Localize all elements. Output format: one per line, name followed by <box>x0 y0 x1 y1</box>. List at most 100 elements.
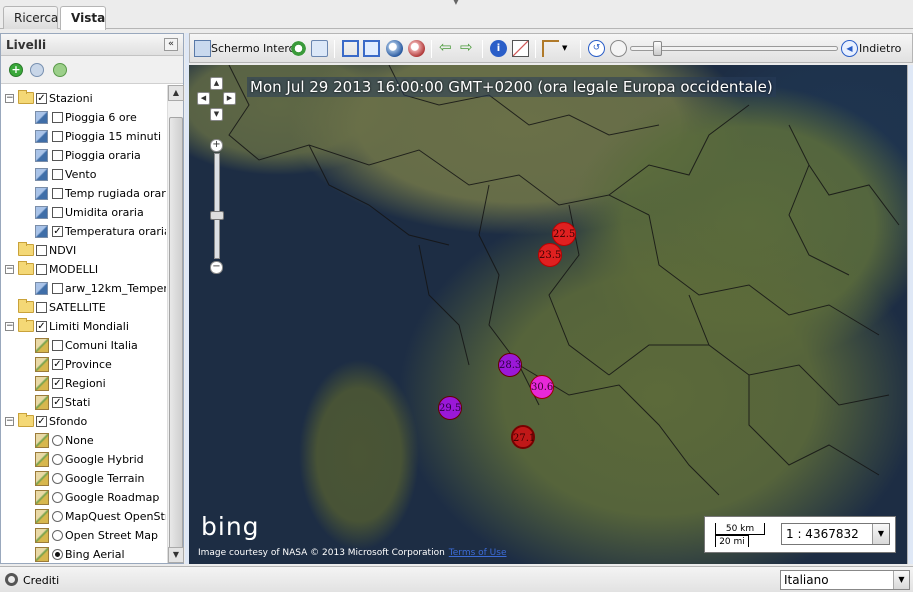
fullscreen-button-label[interactable]: Schermo Intero <box>211 42 295 55</box>
tree-layer-row[interactable]: ✓ Province <box>1 355 166 374</box>
clock-icon[interactable] <box>610 40 627 57</box>
baselayer-radio[interactable] <box>52 530 63 541</box>
zoom-out-icon[interactable] <box>408 40 425 57</box>
zoom-slider-thumb[interactable] <box>210 211 224 220</box>
chevron-down-icon[interactable]: ▼ <box>872 524 889 544</box>
pan-left-icon[interactable]: ◀ <box>197 92 210 105</box>
tree-baselayer-row[interactable]: None <box>1 431 166 450</box>
tree-layer-row[interactable]: Pioggia 6 ore <box>1 108 166 127</box>
layer-checkbox[interactable]: ✓ <box>36 416 47 427</box>
collapse-panel-button[interactable]: « <box>164 38 178 51</box>
tree-folder-row[interactable]: NDVI <box>1 241 166 260</box>
measure-dropdown-icon[interactable]: ▼ <box>562 40 570 57</box>
chart-icon[interactable] <box>512 40 529 57</box>
layer-checkbox[interactable] <box>36 264 47 275</box>
zoom-in-button[interactable]: + <box>210 139 223 152</box>
map-view[interactable]: Mon Jul 29 2013 16:00:00 GMT+0200 (ora l… <box>189 65 907 564</box>
station-marker[interactable]: 23.5 <box>538 243 562 267</box>
layer-checkbox[interactable]: ✓ <box>52 397 63 408</box>
settings-icon[interactable] <box>30 63 44 77</box>
collapse-node-icon[interactable]: − <box>5 322 14 331</box>
tree-baselayer-row[interactable]: Open Street Map <box>1 526 166 545</box>
zoom-box-in-icon[interactable] <box>342 40 359 57</box>
scroll-up-arrow-icon[interactable]: ▲ <box>168 85 184 101</box>
scale-select[interactable]: 1 : 4367832 ▼ <box>781 523 890 545</box>
tree-layer-row[interactable]: ✓ Regioni <box>1 374 166 393</box>
tree-layer-row[interactable]: arw_12km_Temperat <box>1 279 166 298</box>
measure-icon[interactable] <box>542 40 559 57</box>
zoom-out-button[interactable]: − <box>210 261 223 274</box>
back-icon[interactable]: ◀ <box>841 40 858 57</box>
previous-view-icon[interactable]: ⇦ <box>439 40 456 57</box>
layer-checkbox[interactable]: ✓ <box>36 321 47 332</box>
tree-folder-row[interactable]: − ✓ Sfondo <box>1 412 166 431</box>
zoom-box-out-icon[interactable] <box>363 40 380 57</box>
zoom-in-icon[interactable] <box>386 40 403 57</box>
layer-checkbox[interactable] <box>52 150 63 161</box>
tree-baselayer-row[interactable]: Google Roadmap <box>1 488 166 507</box>
add-layer-icon[interactable]: + <box>9 63 23 77</box>
time-slider-thumb[interactable] <box>653 41 662 56</box>
station-marker[interactable]: 29.5 <box>438 396 462 420</box>
tree-folder-row[interactable]: − MODELLI <box>1 260 166 279</box>
layer-checkbox[interactable]: ✓ <box>52 378 63 389</box>
baselayer-radio[interactable] <box>52 511 63 522</box>
station-marker[interactable]: 28.3 <box>498 353 522 377</box>
tree-layer-row[interactable]: Temp rugiada oraria <box>1 184 166 203</box>
back-button-label[interactable]: Indietro <box>859 42 901 55</box>
layer-checkbox[interactable]: ✓ <box>52 359 63 370</box>
tree-baselayer-row[interactable]: Google Hybrid <box>1 450 166 469</box>
tree-baselayer-row[interactable]: Bing Aerial <box>1 545 166 563</box>
scroll-thumb[interactable] <box>169 117 183 557</box>
baselayer-radio[interactable] <box>52 492 63 503</box>
credits-button[interactable]: Crediti <box>23 574 59 587</box>
tree-layer-row[interactable]: Pioggia 15 minuti <box>1 127 166 146</box>
layer-checkbox[interactable] <box>52 207 63 218</box>
fullscreen-icon[interactable] <box>194 40 211 57</box>
tab-ricerca[interactable]: Ricerca <box>3 6 58 29</box>
next-view-icon[interactable]: ⇨ <box>460 40 477 57</box>
time-play-icon[interactable]: ↺ <box>588 40 605 57</box>
language-select[interactable]: Italiano ▼ <box>780 570 910 590</box>
baselayer-radio[interactable] <box>52 549 63 560</box>
station-marker[interactable]: 22.5 <box>552 222 576 246</box>
layer-checkbox[interactable]: ✓ <box>36 93 47 104</box>
layer-checkbox[interactable]: ✓ <box>52 226 63 237</box>
right-panel-collapsed[interactable] <box>907 65 913 564</box>
tree-layer-row[interactable]: ✓ Stati <box>1 393 166 412</box>
tree-layer-row[interactable]: Umidita oraria <box>1 203 166 222</box>
tree-layer-row[interactable]: ✓ Temperatura oraria <box>1 222 166 241</box>
pan-right-icon[interactable]: ▶ <box>223 92 236 105</box>
tree-baselayer-row[interactable]: Google Terrain <box>1 469 166 488</box>
zoom-bar[interactable] <box>214 153 220 259</box>
layer-checkbox[interactable] <box>52 188 63 199</box>
layer-checkbox[interactable] <box>52 283 63 294</box>
station-marker[interactable]: 27.1 <box>511 425 535 449</box>
chevron-down-icon[interactable]: ▼ <box>893 571 909 589</box>
tree-folder-row[interactable]: SATELLITE <box>1 298 166 317</box>
zoom-extent-icon[interactable] <box>290 40 307 57</box>
tree-layer-row[interactable]: Pioggia oraria <box>1 146 166 165</box>
tree-folder-row[interactable]: − ✓ Stazioni <box>1 89 166 108</box>
baselayer-radio[interactable] <box>52 454 63 465</box>
station-marker[interactable]: 30.6 <box>530 375 554 399</box>
refresh-icon[interactable] <box>53 63 67 77</box>
collapse-node-icon[interactable]: − <box>5 94 14 103</box>
layer-tree-scrollbar[interactable]: ▲ ▼ <box>167 85 184 563</box>
tab-vista[interactable]: Vista <box>60 6 106 30</box>
tree-baselayer-row[interactable]: MapQuest OpenStree <box>1 507 166 526</box>
layer-checkbox[interactable] <box>52 112 63 123</box>
tree-layer-row[interactable]: Vento <box>1 165 166 184</box>
gear-icon[interactable] <box>5 573 18 586</box>
baselayer-radio[interactable] <box>52 435 63 446</box>
collapse-node-icon[interactable]: − <box>5 265 14 274</box>
baselayer-radio[interactable] <box>52 473 63 484</box>
collapse-top-grip[interactable]: ▼ <box>449 0 463 6</box>
collapse-node-icon[interactable]: − <box>5 417 14 426</box>
tree-folder-row[interactable]: − ✓ Limiti Mondiali <box>1 317 166 336</box>
layer-checkbox[interactable] <box>36 302 47 313</box>
layer-checkbox[interactable] <box>52 340 63 351</box>
pan-up-icon[interactable]: ▲ <box>210 77 223 90</box>
pan-icon[interactable] <box>311 40 328 57</box>
scroll-down-arrow-icon[interactable]: ▼ <box>168 547 184 563</box>
